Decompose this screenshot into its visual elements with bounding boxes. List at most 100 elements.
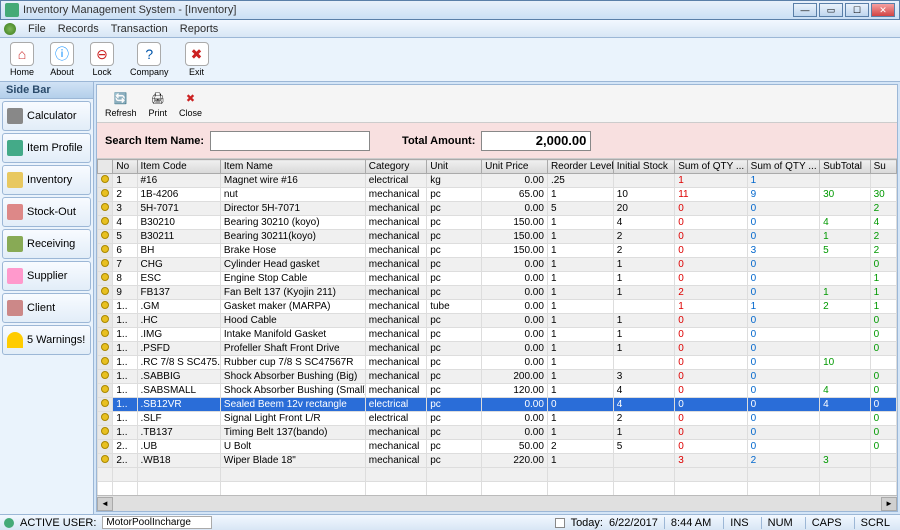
exit-button[interactable]: ✖Exit	[181, 40, 213, 79]
cell: 4	[113, 216, 137, 230]
company-button[interactable]: ?Company	[126, 40, 173, 79]
menu-file[interactable]: File	[28, 23, 46, 35]
active-user-field[interactable]	[102, 516, 212, 529]
table-row[interactable]: 1...TB137Timing Belt 137(bando)mechanica…	[98, 426, 897, 440]
table-row[interactable]: 1...HCHood Cablemechanicalpc0.0011000	[98, 314, 897, 328]
cell: 1	[547, 356, 613, 370]
column-header[interactable]: Item Code	[137, 160, 220, 174]
column-header[interactable]: Sum of QTY ...	[675, 160, 747, 174]
column-header[interactable]: Sum of QTY ...	[747, 160, 819, 174]
table-row[interactable]: 1...SABSMALLShock Absorber Bushing (Smal…	[98, 384, 897, 398]
about-button[interactable]: ⓘAbout	[46, 40, 78, 79]
column-header[interactable]: Initial Stock	[613, 160, 674, 174]
cell: 1	[547, 412, 613, 426]
table-row[interactable]: 7CHGCylinder Head gasketmechanicalpc0.00…	[98, 258, 897, 272]
column-header[interactable]: SubTotal	[820, 160, 870, 174]
column-header[interactable]: Category	[365, 160, 426, 174]
column-header[interactable]: No	[113, 160, 137, 174]
sidebar-supplier[interactable]: Supplier	[2, 261, 91, 291]
lock-button[interactable]: ⊖Lock	[86, 40, 118, 79]
menu-records[interactable]: Records	[58, 23, 99, 35]
table-row[interactable]: 21B-4206nutmechanicalpc65.001101193030	[98, 188, 897, 202]
gear-icon[interactable]	[4, 23, 16, 35]
inventory-grid-wrapper[interactable]: NoItem CodeItem NameCategoryUnitUnit Pri…	[97, 159, 897, 495]
table-row[interactable]: 2...UBU Boltmechanicalpc50.0025000	[98, 440, 897, 454]
cell: 2	[547, 440, 613, 454]
restore-button[interactable]: ▭	[819, 3, 843, 17]
print-button[interactable]: 🖨Print	[145, 88, 172, 120]
refresh-button[interactable]: 🔄Refresh	[101, 88, 141, 120]
cell: 220.00	[482, 454, 548, 468]
sidebar-receiving[interactable]: Receiving	[2, 229, 91, 259]
cell: 0	[747, 342, 819, 356]
table-row[interactable]: 6BHBrake Hosemechanicalpc150.00120352	[98, 244, 897, 258]
search-input[interactable]	[210, 131, 370, 151]
table-row[interactable]: 1...SB12VRSealed Beem 12v rectangleelect…	[98, 398, 897, 412]
sidebar-warnings[interactable]: 5 Warnings!	[2, 325, 91, 355]
cell: pc	[427, 356, 482, 370]
cell: 0	[747, 258, 819, 272]
search-label: Search Item Name:	[105, 135, 204, 147]
cell: pc	[427, 286, 482, 300]
maximize-button[interactable]: ☐	[845, 3, 869, 17]
cell: 1	[613, 286, 674, 300]
home-icon: ⌂	[10, 42, 34, 66]
cell: 1..	[113, 314, 137, 328]
sidebar-calculator[interactable]: Calculator	[2, 101, 91, 131]
table-row[interactable]: 1...SABBIGShock Absorber Bushing (Big)me…	[98, 370, 897, 384]
cell	[820, 412, 870, 426]
cell: 0	[675, 342, 747, 356]
table-row[interactable]: 1...RC 7/8 S SC475..Rubber cup 7/8 S SC4…	[98, 356, 897, 370]
menu-transaction[interactable]: Transaction	[111, 23, 168, 35]
column-header[interactable]: Su	[870, 160, 896, 174]
cell: pc	[427, 272, 482, 286]
cell: 200.00	[482, 370, 548, 384]
table-row[interactable]: 5B30211Bearing 30211(koyo)mechanicalpc15…	[98, 230, 897, 244]
cell: 9	[113, 286, 137, 300]
cell: pc	[427, 440, 482, 454]
close-tab-button[interactable]: ✖Close	[175, 88, 206, 120]
table-row[interactable]: 1...PSFDProfeller Shaft Front Drivemecha…	[98, 342, 897, 356]
table-row[interactable]: 9FB137Fan Belt 137 (Kyojin 211)mechanica…	[98, 286, 897, 300]
column-header[interactable]: Unit	[427, 160, 482, 174]
menu-reports[interactable]: Reports	[180, 23, 219, 35]
cell: 0	[675, 356, 747, 370]
cell: 2	[613, 412, 674, 426]
user-icon	[4, 518, 14, 528]
cell: Hood Cable	[220, 314, 365, 328]
cell: B30210	[137, 216, 220, 230]
table-row[interactable]: 1...SLFSignal Light Front L/Relectricalp…	[98, 412, 897, 426]
sidebar-inventory[interactable]: Inventory	[2, 165, 91, 195]
sidebar-stock-out[interactable]: Stock-Out	[2, 197, 91, 227]
scroll-left-button[interactable]: ◄	[97, 497, 113, 511]
table-row[interactable]: 4B30210Bearing 30210 (koyo)mechanicalpc1…	[98, 216, 897, 230]
cell: 0	[870, 258, 896, 272]
column-header[interactable]: Item Name	[220, 160, 365, 174]
column-header[interactable]: Reorder Level	[547, 160, 613, 174]
scroll-right-button[interactable]: ►	[881, 497, 897, 511]
table-row[interactable]: 1...IMGIntake Manifold Gasketmechanicalp…	[98, 328, 897, 342]
horizontal-scrollbar[interactable]: ◄ ►	[97, 495, 897, 511]
table-row[interactable]: 35H-7071Director 5H-7071mechanicalpc0.00…	[98, 202, 897, 216]
cell: 5	[613, 440, 674, 454]
sidebar-item-profile[interactable]: Item Profile	[2, 133, 91, 163]
cell: 1	[113, 174, 137, 188]
cell: 1	[547, 342, 613, 356]
table-row[interactable]: 1...GMGasket maker (MARPA)mechanicaltube…	[98, 300, 897, 314]
cell: 5	[113, 230, 137, 244]
search-bar: Search Item Name: Total Amount:	[97, 123, 897, 159]
cell: mechanical	[365, 314, 426, 328]
column-header[interactable]: Unit Price	[482, 160, 548, 174]
table-row[interactable]: 2...WB18Wiper Blade 18"mechanicalpc220.0…	[98, 454, 897, 468]
table-row[interactable]: 1#16Magnet wire #16electricalkg0.00.2511	[98, 174, 897, 188]
cell: .HC	[137, 314, 220, 328]
home-button[interactable]: ⌂Home	[6, 40, 38, 79]
cell: mechanical	[365, 258, 426, 272]
minimize-button[interactable]: —	[793, 3, 817, 17]
sidebar-client[interactable]: Client	[2, 293, 91, 323]
total-amount-input[interactable]	[481, 131, 591, 151]
cell: 0	[675, 398, 747, 412]
close-window-button[interactable]: ✕	[871, 3, 895, 17]
table-row[interactable]: 8ESCEngine Stop Cablemechanicalpc0.00110…	[98, 272, 897, 286]
inventory-grid: NoItem CodeItem NameCategoryUnitUnit Pri…	[97, 159, 897, 495]
